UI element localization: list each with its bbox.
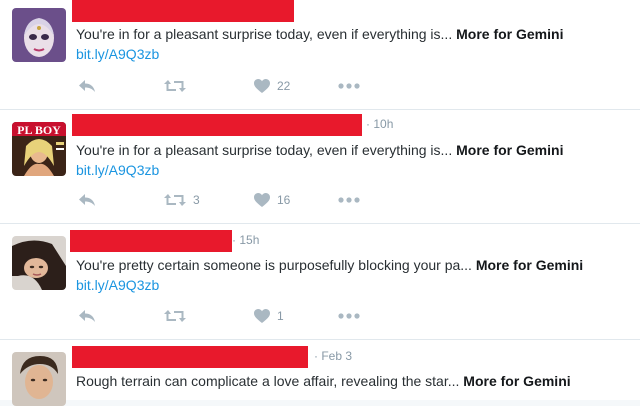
more-options-button[interactable] <box>338 306 360 326</box>
more-dots-icon <box>338 83 360 89</box>
tweet[interactable]: You're in for a pleasant surprise today,… <box>0 0 640 110</box>
tweet[interactable]: PL BOY · 10h You're in for a pleasant su… <box>0 110 640 224</box>
avatar[interactable] <box>12 236 66 290</box>
more-for-gemini-link[interactable]: More for Gemini <box>456 142 563 158</box>
reply-icon <box>78 79 96 93</box>
tweet-text: Rough terrain can complicate a love affa… <box>76 371 626 391</box>
tweet-body: Rough terrain can complicate a love affa… <box>76 373 460 389</box>
tweet-actions: 1 <box>76 306 396 326</box>
short-link[interactable]: bit.ly/A9Q3zb <box>76 277 159 293</box>
retweet-icon <box>164 79 186 93</box>
like-count: 16 <box>277 193 291 207</box>
like-button[interactable]: 1 <box>254 306 284 326</box>
timestamp[interactable]: · Feb 3 <box>314 349 352 363</box>
avatar[interactable] <box>12 8 66 62</box>
reply-button[interactable] <box>78 76 96 96</box>
short-link[interactable]: bit.ly/A9Q3zb <box>76 46 159 62</box>
reply-button[interactable] <box>78 306 96 326</box>
retweet-button[interactable]: 3 <box>164 190 200 210</box>
like-button[interactable]: 16 <box>254 190 290 210</box>
more-options-button[interactable] <box>338 190 360 210</box>
more-dots-icon <box>338 313 360 319</box>
tweet[interactable]: · 15h You're pretty certain someone is p… <box>0 224 640 340</box>
heart-icon <box>254 193 270 207</box>
redacted-username <box>72 346 308 368</box>
tweet-actions: 3 16 <box>76 190 396 210</box>
reply-button[interactable] <box>78 190 96 210</box>
like-button[interactable]: 22 <box>254 76 290 96</box>
retweet-button[interactable] <box>164 306 193 326</box>
svg-text:PL BOY: PL BOY <box>17 123 61 137</box>
avatar[interactable]: PL BOY <box>12 122 66 176</box>
reply-icon <box>78 309 96 323</box>
more-for-gemini-link[interactable]: More for Gemini <box>463 373 570 389</box>
tweet-feed: You're in for a pleasant surprise today,… <box>0 0 640 406</box>
more-options-button[interactable] <box>338 76 360 96</box>
tweet-text: You're in for a pleasant surprise today,… <box>76 24 626 64</box>
more-for-gemini-link[interactable]: More for Gemini <box>456 26 563 42</box>
tweet-actions: 22 <box>76 76 396 96</box>
avatar[interactable] <box>12 352 66 406</box>
retweet-icon <box>164 309 186 323</box>
redacted-username <box>70 230 232 252</box>
short-link[interactable]: bit.ly/A9Q3zb <box>76 162 159 178</box>
tweet-body: You're pretty certain someone is purpose… <box>76 257 472 273</box>
like-count: 22 <box>277 79 291 93</box>
tweet-text: You're in for a pleasant surprise today,… <box>76 140 626 180</box>
tweet[interactable]: · Feb 3 Rough terrain can complicate a l… <box>0 340 640 406</box>
more-dots-icon <box>338 197 360 203</box>
tweet-body: You're in for a pleasant surprise today,… <box>76 142 453 158</box>
redacted-username <box>72 0 294 22</box>
redacted-username <box>72 114 362 136</box>
timestamp[interactable]: · 15h <box>232 233 259 247</box>
retweet-count: 3 <box>193 193 200 207</box>
tweet-text: You're pretty certain someone is purpose… <box>76 255 626 295</box>
heart-icon <box>254 79 270 93</box>
more-for-gemini-link[interactable]: More for Gemini <box>476 257 583 273</box>
timestamp[interactable]: · 10h <box>366 117 393 131</box>
retweet-icon <box>164 193 186 207</box>
like-count: 1 <box>277 309 284 323</box>
reply-icon <box>78 193 96 207</box>
heart-icon <box>254 309 270 323</box>
retweet-button[interactable] <box>164 76 193 96</box>
tweet-body: You're in for a pleasant surprise today,… <box>76 26 453 42</box>
